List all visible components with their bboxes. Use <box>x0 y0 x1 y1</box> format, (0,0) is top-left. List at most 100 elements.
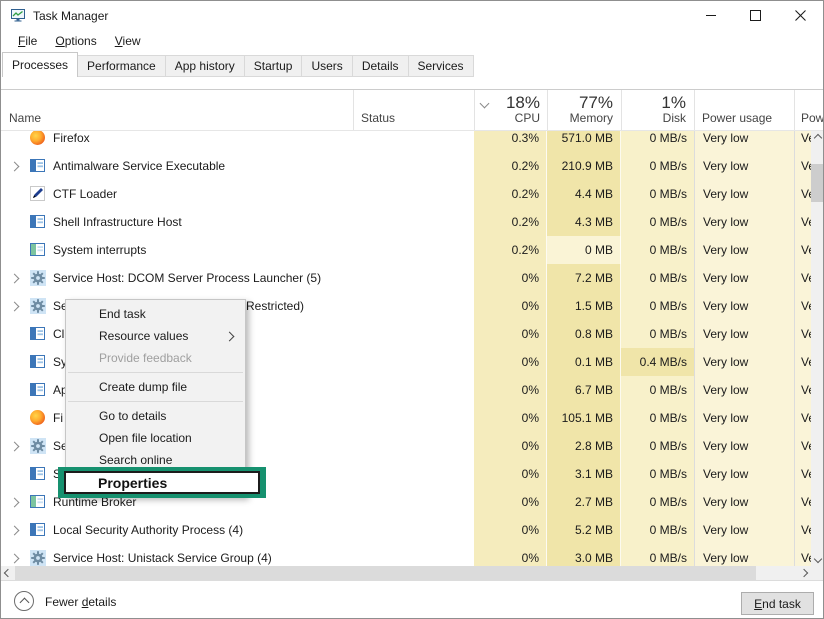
minimize-button[interactable] <box>688 1 733 30</box>
tab-startup[interactable]: Startup <box>244 55 303 77</box>
memory-cell: 3.0 MB <box>547 544 621 566</box>
disk-cell: 0 MB/s <box>621 432 694 460</box>
scroll-down-button[interactable] <box>811 552 824 566</box>
process-name: CTF Loader <box>53 187 117 201</box>
fewer-details-toggle[interactable]: Fewer details <box>45 595 116 609</box>
context-menu-item-properties[interactable]: Properties <box>64 471 260 494</box>
power-trend-cell: Ve <box>794 236 811 264</box>
disk-cell: 0 MB/s <box>621 516 694 544</box>
disk-total-percent: 1% <box>621 93 686 113</box>
cpu-cell: 0% <box>474 516 547 544</box>
process-name-cell: Service Host: Unistack Service Group (4) <box>1 544 353 566</box>
memory-cell: 4.3 MB <box>547 208 621 236</box>
end-task-button[interactable]: End task <box>741 592 814 615</box>
maximize-icon <box>750 10 761 21</box>
gear-icon <box>30 550 46 566</box>
expand-chevron-icon[interactable] <box>10 274 20 284</box>
column-divider[interactable] <box>694 90 695 130</box>
expand-chevron-icon[interactable] <box>10 162 20 172</box>
column-header-cpu[interactable]: CPU <box>474 111 540 125</box>
maximize-button[interactable] <box>733 1 778 30</box>
table-row[interactable]: Service Host: Unistack Service Group (4)… <box>1 544 811 566</box>
status-cell <box>353 516 474 544</box>
process-name: Local Security Authority Process (4) <box>53 523 243 537</box>
menu-separator <box>68 372 243 373</box>
horizontal-scrollbar-thumb[interactable] <box>15 566 756 580</box>
power-usage-cell: Very low <box>694 236 794 264</box>
expand-chevron-icon[interactable] <box>10 554 20 564</box>
menu-options[interactable]: Options <box>46 31 105 52</box>
properties-label: Properties <box>66 475 167 491</box>
context-menu-item-provide-feedback: Provide feedback <box>66 347 245 369</box>
memory-cell: 210.9 MB <box>547 152 621 180</box>
power-trend-cell: Ve <box>794 264 811 292</box>
process-name-cell: Local Security Authority Process (4) <box>1 516 353 544</box>
column-header-name[interactable]: Name <box>9 111 41 125</box>
expand-chevron-icon[interactable] <box>10 498 20 508</box>
expand-chevron-icon[interactable] <box>10 526 20 536</box>
memory-cell: 5.2 MB <box>547 516 621 544</box>
tab-app-history[interactable]: App history <box>165 55 245 77</box>
tab-performance[interactable]: Performance <box>77 55 166 77</box>
context-menu-item-resource-values[interactable]: Resource values <box>66 325 245 347</box>
table-row[interactable]: Service Host: DCOM Server Process Launch… <box>1 264 811 292</box>
memory-cell: 3.1 MB <box>547 460 621 488</box>
submenu-chevron-icon <box>225 332 235 342</box>
power-trend-cell: Ve <box>794 544 811 566</box>
tab-bar: ProcessesPerformanceApp historyStartupUs… <box>2 52 823 77</box>
app-window-icon <box>30 354 46 370</box>
scroll-left-button[interactable] <box>1 566 15 580</box>
table-row[interactable]: CTF Loader0.2%4.4 MB0 MB/sVery lowVe <box>1 180 811 208</box>
context-menu-item-end-task[interactable]: End task <box>66 303 245 325</box>
cpu-cell: 0% <box>474 348 547 376</box>
process-name: Fi <box>53 411 63 425</box>
column-divider[interactable] <box>353 90 354 130</box>
app-window-green-icon <box>30 494 46 510</box>
scroll-up-button[interactable] <box>811 131 824 145</box>
process-name: System interrupts <box>53 243 146 257</box>
horizontal-scrollbar[interactable] <box>1 566 811 580</box>
power-trend-cell: Ve <box>794 516 811 544</box>
power-trend-cell: Ve <box>794 488 811 516</box>
column-divider[interactable] <box>794 90 795 130</box>
app-window-icon <box>30 522 46 538</box>
column-header-power-usage[interactable]: Power usage <box>702 111 772 125</box>
tab-processes[interactable]: Processes <box>2 52 78 77</box>
column-header-disk[interactable]: Disk <box>621 111 686 125</box>
power-trend-cell: Ve <box>794 180 811 208</box>
tab-users[interactable]: Users <box>301 55 352 77</box>
cpu-cell: 0.2% <box>474 180 547 208</box>
firefox-icon <box>30 130 46 146</box>
status-cell <box>353 544 474 566</box>
column-header-status[interactable]: Status <box>361 111 395 125</box>
tab-details[interactable]: Details <box>352 55 409 77</box>
expand-chevron-icon[interactable] <box>10 302 20 312</box>
memory-total-percent: 77% <box>547 93 613 113</box>
power-usage-cell: Very low <box>694 292 794 320</box>
column-header-power-trend[interactable]: Pow <box>801 111 824 125</box>
process-name: Antimalware Service Executable <box>53 159 225 173</box>
expand-chevron-icon[interactable] <box>10 442 20 452</box>
table-row[interactable]: Local Security Authority Process (4) 0%5.… <box>1 516 811 544</box>
close-button[interactable] <box>778 1 823 30</box>
disk-cell: 0 MB/s <box>621 292 694 320</box>
menu-file[interactable]: File <box>9 31 46 52</box>
scroll-right-button[interactable] <box>797 566 811 580</box>
context-menu-item-go-to-details[interactable]: Go to details <box>66 405 245 427</box>
status-cell <box>353 432 474 460</box>
disk-cell: 0 MB/s <box>621 320 694 348</box>
table-row[interactable]: System interrupts0.2%0 MB0 MB/sVery lowV… <box>1 236 811 264</box>
tab-services[interactable]: Services <box>408 55 474 77</box>
memory-cell: 2.8 MB <box>547 432 621 460</box>
vertical-scrollbar-thumb[interactable] <box>811 164 824 202</box>
column-header-memory[interactable]: Memory <box>547 111 613 125</box>
context-menu-item-create-dump-file[interactable]: Create dump file <box>66 376 245 398</box>
vertical-scrollbar[interactable] <box>811 131 824 566</box>
menu-view[interactable]: View <box>106 31 150 52</box>
process-name: Service Host: Unistack Service Group (4) <box>53 551 272 565</box>
context-menu-item-open-file-location[interactable]: Open file location <box>66 427 245 449</box>
table-row[interactable]: Antimalware Service Executable0.2%210.9 … <box>1 152 811 180</box>
process-name: Service Host: DCOM Server Process Launch… <box>53 271 321 285</box>
table-row[interactable]: Shell Infrastructure Host0.2%4.3 MB0 MB/… <box>1 208 811 236</box>
firefox-icon <box>30 410 46 426</box>
